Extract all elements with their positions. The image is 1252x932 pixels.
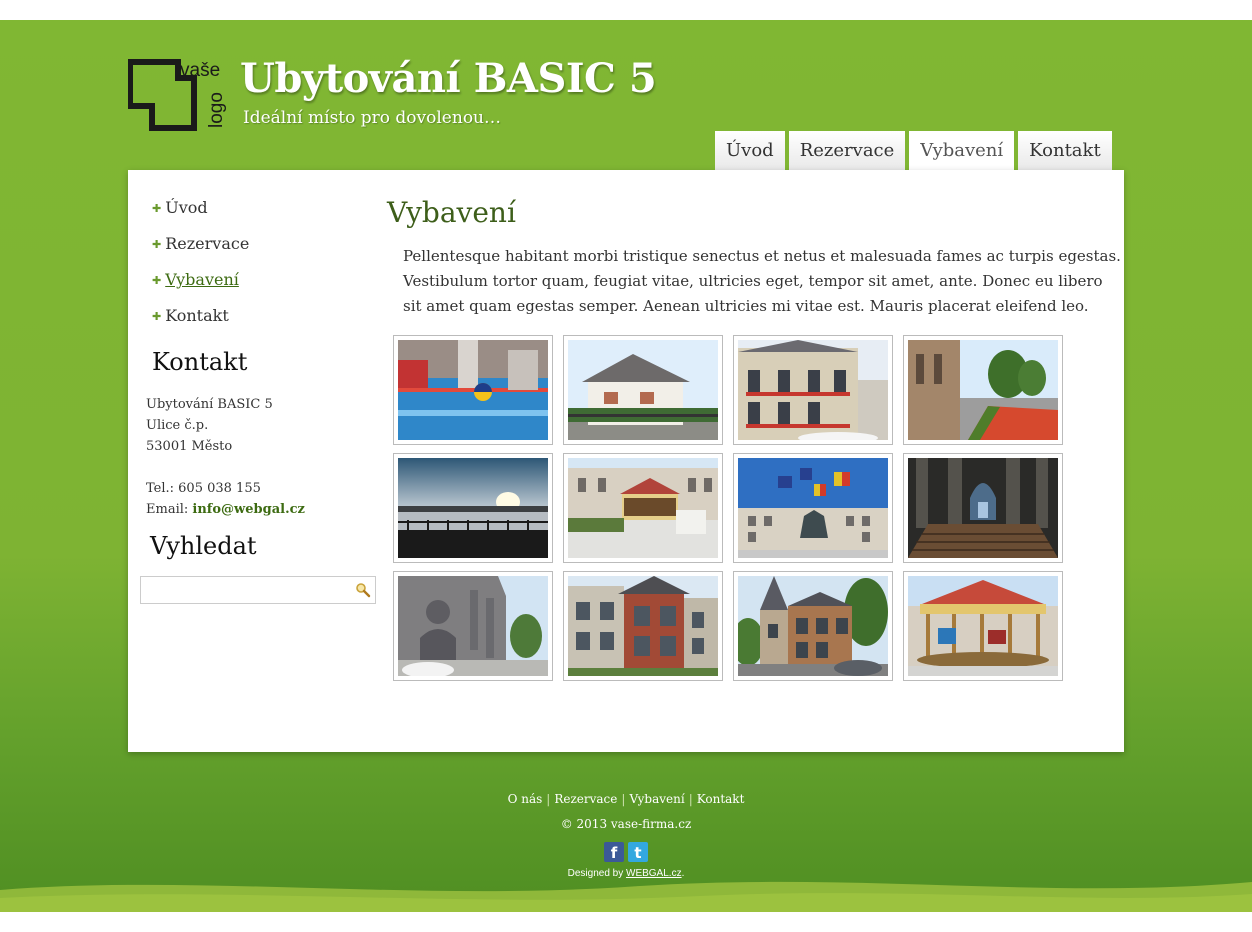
designed-prefix: Designed by xyxy=(567,868,626,879)
designed-suffix: . xyxy=(681,868,685,879)
magnifier-icon[interactable] xyxy=(355,582,371,598)
bullet-icon: ✚ xyxy=(152,238,162,251)
contact-spacer xyxy=(146,457,305,478)
gallery-thumb[interactable] xyxy=(733,453,893,563)
sidebar-item-label[interactable]: Vybavení xyxy=(165,270,239,289)
logo-text-top: vaše xyxy=(180,60,220,81)
sidebar-nav: ✚ Úvod ✚ Rezervace ✚ Vybavení ✚ Kontakt xyxy=(152,198,249,342)
social-links: f t xyxy=(604,842,648,862)
photo-gothic-cathedral xyxy=(398,576,548,676)
site-logo[interactable]: vaše logo xyxy=(128,58,228,132)
contact-email-link[interactable]: info@webgal.cz xyxy=(192,502,304,517)
contact-city: 53001 Město xyxy=(146,439,233,454)
contact-name: Ubytování BASIC 5 xyxy=(146,397,273,412)
page-intro-text: Pellentesque habitant morbi tristique se… xyxy=(403,247,1121,315)
gallery-thumb[interactable] xyxy=(563,335,723,445)
bullet-icon: ✚ xyxy=(152,310,162,323)
footer-separator: | xyxy=(621,792,626,806)
photo-carousel-closeup xyxy=(908,576,1058,676)
photo-church-interior xyxy=(908,458,1058,558)
footer-separator: | xyxy=(688,792,693,806)
sidebar-item-label[interactable]: Rezervace xyxy=(165,234,249,253)
designed-by: Designed by WEBGAL.cz. xyxy=(0,868,1252,879)
site-slogan: Ideální místo pro dovolenou… xyxy=(243,108,502,128)
gallery-thumb[interactable] xyxy=(733,571,893,681)
gallery-thumb[interactable] xyxy=(563,453,723,563)
copyright: © 2013 vase-firma.cz xyxy=(560,817,692,831)
photo-stone-townhouse-flowers xyxy=(738,340,888,440)
gallery-thumb[interactable] xyxy=(563,571,723,681)
photo-street-flowerbed xyxy=(908,340,1058,440)
twitter-icon[interactable]: t xyxy=(628,842,648,862)
tab-vybaveni[interactable]: Vybavení xyxy=(909,131,1015,170)
gallery-thumb[interactable] xyxy=(733,335,893,445)
tab-kontakt[interactable]: Kontakt xyxy=(1018,131,1112,170)
photo-white-house xyxy=(568,340,718,440)
contact-phone: Tel.: 605 038 155 xyxy=(146,481,261,496)
bullet-icon: ✚ xyxy=(152,202,162,215)
contact-block: Ubytování BASIC 5 Ulice č.p. 53001 Město… xyxy=(146,394,305,520)
footer-separator: | xyxy=(546,792,551,806)
sidebar-item-uvod[interactable]: ✚ Úvod xyxy=(152,198,249,234)
sidebar-item-label[interactable]: Kontakt xyxy=(165,306,229,325)
footer-link-vybaveni[interactable]: Vybavení xyxy=(629,792,684,806)
photo-river-sunset xyxy=(398,458,548,558)
gallery-thumb[interactable] xyxy=(393,453,553,563)
top-nav-tabs: Úvod Rezervace Vybavení Kontakt xyxy=(715,131,1116,170)
designed-by-link[interactable]: WEBGAL.cz xyxy=(626,868,682,879)
sidebar-item-rezervace[interactable]: ✚ Rezervace xyxy=(152,234,249,270)
footer-link-o-nas[interactable]: O nás xyxy=(508,792,543,806)
gallery-thumb[interactable] xyxy=(903,571,1063,681)
tab-rezervace[interactable]: Rezervace xyxy=(788,131,906,170)
sidebar-item-label[interactable]: Úvod xyxy=(165,198,207,217)
footer-nav: O nás | Rezervace | Vybavení | Kontakt xyxy=(0,792,1252,806)
photo-carousel-square xyxy=(568,458,718,558)
page-title: Vybavení xyxy=(387,196,516,229)
bullet-icon: ✚ xyxy=(152,274,162,287)
search-heading: Vyhledat xyxy=(150,532,257,560)
gallery-thumb[interactable] xyxy=(903,453,1063,563)
facebook-icon[interactable]: f xyxy=(604,842,624,862)
contact-street: Ulice č.p. xyxy=(146,418,209,433)
contact-email-row: Email: info@webgal.cz xyxy=(146,499,305,520)
gallery-thumb[interactable] xyxy=(393,571,553,681)
search-box xyxy=(140,576,376,604)
logo-text-bottom: logo xyxy=(206,92,227,128)
main-panel: ✚ Úvod ✚ Rezervace ✚ Vybavení ✚ Kontakt Kont… xyxy=(128,170,1124,752)
contact-email-label: Email: xyxy=(146,502,193,517)
photo-turret-building xyxy=(738,576,888,676)
sidebar-item-kontakt[interactable]: ✚ Kontakt xyxy=(152,306,249,342)
site-title[interactable]: Ubytování BASIC 5 xyxy=(240,55,657,102)
tab-uvod[interactable]: Úvod xyxy=(715,131,785,170)
photo-swimming-pool-ball xyxy=(398,340,548,440)
gallery-thumb[interactable] xyxy=(393,335,553,445)
gallery-thumb[interactable] xyxy=(903,335,1063,445)
footer-link-kontakt[interactable]: Kontakt xyxy=(697,792,745,806)
contact-heading: Kontakt xyxy=(152,348,248,376)
search-input[interactable] xyxy=(141,577,353,603)
photo-statue-flags xyxy=(738,458,888,558)
footer-link-rezervace[interactable]: Rezervace xyxy=(554,792,617,806)
photo-brick-townhouse xyxy=(568,576,718,676)
sidebar-item-vybaveni[interactable]: ✚ Vybavení xyxy=(152,270,249,306)
